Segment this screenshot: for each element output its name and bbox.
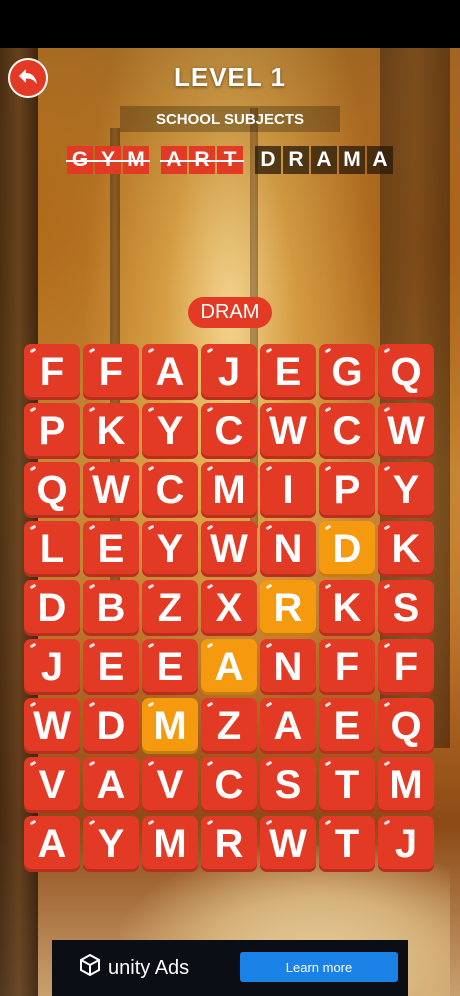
letter-tile[interactable]: M bbox=[142, 816, 198, 872]
letter-tile[interactable]: F bbox=[378, 639, 434, 695]
letter-tile[interactable]: R bbox=[201, 816, 257, 872]
letter-tile[interactable]: C bbox=[142, 462, 198, 518]
letter-tile[interactable]: Q bbox=[378, 344, 434, 400]
letter-tile[interactable]: W bbox=[83, 462, 139, 518]
letter-tile[interactable]: C bbox=[201, 403, 257, 459]
letter-tile[interactable]: Z bbox=[201, 698, 257, 754]
letter-tile[interactable]: W bbox=[24, 698, 80, 754]
letter-tile[interactable]: Q bbox=[24, 462, 80, 518]
status-bar bbox=[0, 0, 460, 48]
pending-word-letter: A bbox=[367, 146, 393, 174]
letter-tile[interactable]: M bbox=[378, 757, 434, 813]
current-word: DRAM bbox=[188, 297, 272, 328]
letter-tile[interactable]: A bbox=[142, 344, 198, 400]
letter-tile[interactable]: Q bbox=[378, 698, 434, 754]
letter-tile[interactable]: E bbox=[142, 639, 198, 695]
letter-tile[interactable]: J bbox=[24, 639, 80, 695]
letter-tile[interactable]: N bbox=[260, 521, 316, 577]
found-word-letter: M bbox=[122, 146, 150, 174]
letter-tile[interactable]: E bbox=[83, 639, 139, 695]
target-word: DRAMA bbox=[255, 146, 393, 176]
letter-tile[interactable]: J bbox=[378, 816, 434, 872]
letter-tile[interactable]: C bbox=[319, 403, 375, 459]
letter-tile[interactable]: W bbox=[260, 403, 316, 459]
letter-tile[interactable]: T bbox=[319, 816, 375, 872]
letter-tile[interactable]: E bbox=[260, 344, 316, 400]
letter-tile[interactable]: A bbox=[83, 757, 139, 813]
letter-tile[interactable]: V bbox=[142, 757, 198, 813]
letter-tile[interactable]: Y bbox=[378, 462, 434, 518]
letter-tile[interactable]: J bbox=[201, 344, 257, 400]
letter-grid: FFAJEGQPKYCWCWQWCMIPYLEYWNDKDBZXRKSJEEAN… bbox=[24, 344, 436, 872]
found-word-letter: A bbox=[160, 146, 188, 174]
letter-tile[interactable]: E bbox=[319, 698, 375, 754]
ad-banner[interactable]: unity Ads Learn more bbox=[52, 940, 408, 996]
letter-tile[interactable]: V bbox=[24, 757, 80, 813]
pending-word-letter: R bbox=[283, 146, 309, 174]
pending-word-letter: D bbox=[255, 146, 281, 174]
level-title: LEVEL 1 bbox=[173, 62, 286, 92]
target-word: GYM bbox=[66, 146, 150, 176]
letter-tile-selected[interactable]: D bbox=[319, 521, 375, 577]
unity-logo: unity Ads bbox=[78, 953, 189, 983]
letter-tile[interactable]: W bbox=[378, 403, 434, 459]
letter-tile[interactable]: F bbox=[24, 344, 80, 400]
found-word-letter: R bbox=[188, 146, 216, 174]
letter-tile[interactable]: Y bbox=[83, 816, 139, 872]
target-word: ART bbox=[160, 146, 244, 176]
letter-tile[interactable]: K bbox=[378, 521, 434, 577]
letter-tile[interactable]: Y bbox=[142, 403, 198, 459]
letter-tile-selected[interactable]: R bbox=[260, 580, 316, 636]
letter-tile[interactable]: W bbox=[260, 816, 316, 872]
letter-tile[interactable]: A bbox=[260, 698, 316, 754]
letter-tile[interactable]: I bbox=[260, 462, 316, 518]
unity-cube-icon bbox=[78, 953, 102, 983]
letter-tile[interactable]: D bbox=[83, 698, 139, 754]
letter-tile[interactable]: G bbox=[319, 344, 375, 400]
letter-tile-selected[interactable]: A bbox=[201, 639, 257, 695]
letter-tile[interactable]: S bbox=[260, 757, 316, 813]
letter-tile[interactable]: Y bbox=[142, 521, 198, 577]
target-words: GYMARTDRAMA bbox=[0, 146, 460, 176]
found-word-letter: T bbox=[216, 146, 244, 174]
letter-tile[interactable]: T bbox=[319, 757, 375, 813]
letter-tile[interactable]: X bbox=[201, 580, 257, 636]
letter-tile-selected[interactable]: M bbox=[142, 698, 198, 754]
letter-tile[interactable]: Z bbox=[142, 580, 198, 636]
letter-tile[interactable]: M bbox=[201, 462, 257, 518]
letter-tile[interactable]: L bbox=[24, 521, 80, 577]
letter-tile[interactable]: W bbox=[201, 521, 257, 577]
found-word-letter: G bbox=[66, 146, 94, 174]
letter-tile[interactable]: F bbox=[319, 639, 375, 695]
letter-tile[interactable]: F bbox=[83, 344, 139, 400]
letter-tile[interactable]: K bbox=[319, 580, 375, 636]
learn-more-button[interactable]: Learn more bbox=[240, 952, 398, 982]
letter-tile[interactable]: S bbox=[378, 580, 434, 636]
ad-brand: unity Ads bbox=[108, 956, 190, 979]
letter-tile[interactable]: N bbox=[260, 639, 316, 695]
letter-tile[interactable]: K bbox=[83, 403, 139, 459]
letter-tile[interactable]: B bbox=[83, 580, 139, 636]
category-label: SCHOOL SUBJECTS bbox=[120, 106, 340, 132]
found-word-letter: Y bbox=[94, 146, 122, 174]
letter-tile[interactable]: C bbox=[201, 757, 257, 813]
letter-tile[interactable]: P bbox=[319, 462, 375, 518]
letter-tile[interactable]: E bbox=[83, 521, 139, 577]
letter-tile[interactable]: D bbox=[24, 580, 80, 636]
pending-word-letter: A bbox=[311, 146, 337, 174]
pending-word-letter: M bbox=[339, 146, 365, 174]
letter-tile[interactable]: P bbox=[24, 403, 80, 459]
letter-tile[interactable]: A bbox=[24, 816, 80, 872]
